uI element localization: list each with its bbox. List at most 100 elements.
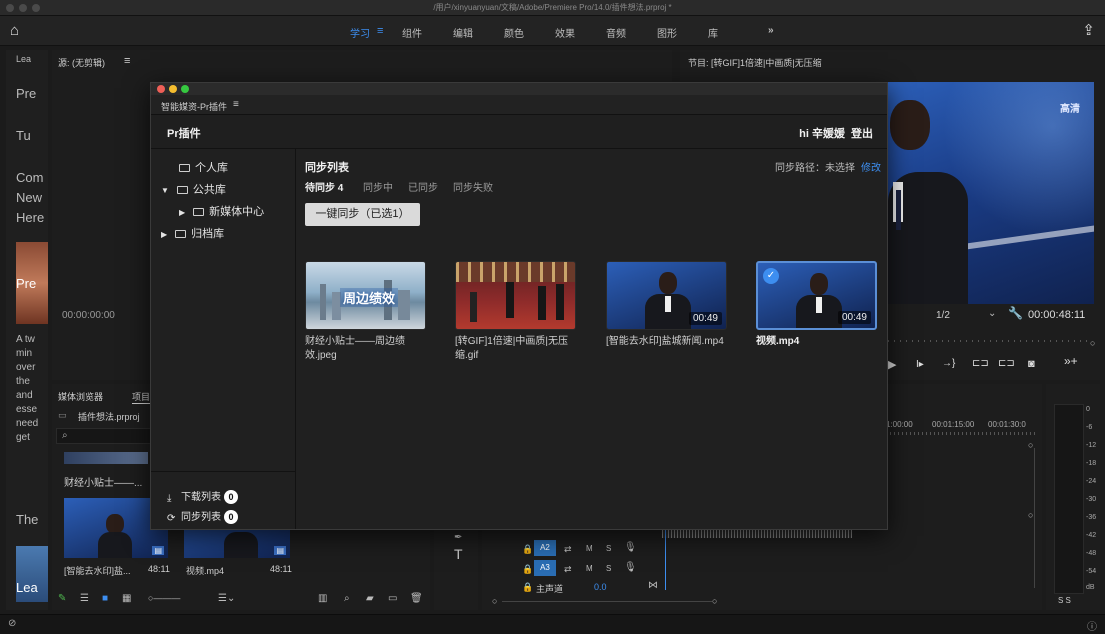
master-volume-value[interactable]: 0.0	[594, 582, 607, 592]
new-bin-icon[interactable]: ▰	[366, 593, 374, 604]
tab-synced[interactable]: 已同步	[408, 179, 438, 194]
panel-menu-icon[interactable]: ≡	[233, 99, 239, 110]
logout-button[interactable]: 登出	[851, 125, 873, 141]
tab-failed[interactable]: 同步失败	[453, 179, 493, 194]
media-item-thumbnail[interactable]	[455, 261, 576, 330]
render-status-icon[interactable]: ⊘	[8, 618, 16, 629]
minimize-button[interactable]	[169, 85, 177, 93]
wrench-icon[interactable]: 🔧	[1008, 306, 1023, 320]
scroll-handle-icon[interactable]: ○	[1028, 510, 1033, 520]
workspace-graphics[interactable]: 图形	[657, 25, 677, 40]
solo-button[interactable]: S	[606, 544, 611, 553]
microphone-icon[interactable]: 🎙	[624, 562, 637, 573]
workspace-learn[interactable]: 学习	[350, 25, 370, 40]
tree-item-public[interactable]: ▼ 公共库	[161, 181, 226, 197]
project-clip-name[interactable]: 视频.mp4	[186, 564, 224, 577]
lock-icon[interactable]: 🔒	[522, 582, 533, 593]
tab-pending[interactable]: 待同步 4	[305, 179, 343, 194]
home-icon[interactable]: ⌂	[10, 22, 19, 39]
playhead-handle-icon[interactable]: ○	[1090, 338, 1095, 348]
vertical-scrollbar[interactable]	[1034, 448, 1035, 588]
pencil-icon[interactable]: ✎	[58, 593, 66, 604]
workspace-effects[interactable]: 效果	[555, 25, 575, 40]
scroll-handle-icon[interactable]: ○	[492, 596, 497, 606]
plugin-tab-title[interactable]: 智能媒资-Pr插件	[161, 100, 227, 113]
caret-right-icon[interactable]: ▶	[179, 208, 185, 217]
mute-button[interactable]: M	[586, 544, 593, 553]
go-to-out-icon[interactable]: →}	[942, 358, 955, 369]
sync-all-button[interactable]: 一键同步（已选1）	[305, 203, 420, 226]
caret-down-icon[interactable]: ▼	[161, 186, 169, 195]
tab-syncing[interactable]: 同步中	[363, 179, 393, 194]
media-item-thumbnail-selected[interactable]: ✓ 00:49	[756, 261, 877, 330]
program-timecode[interactable]: 00:00:48:11	[1028, 309, 1085, 321]
tab-project[interactable]: 项目	[132, 390, 151, 404]
workspace-libraries[interactable]: 库	[708, 25, 718, 40]
mute-button[interactable]: M	[586, 564, 593, 573]
type-tool-icon[interactable]: T	[454, 546, 463, 562]
automate-icon[interactable]: ▥	[318, 593, 327, 604]
freeform-view-icon[interactable]: ▦	[122, 593, 131, 604]
tree-item-newmedia[interactable]: ▶ 新媒体中心	[179, 203, 264, 219]
panel-menu-icon[interactable]: ≡	[124, 55, 130, 67]
learn-tab[interactable]: Lea	[16, 54, 31, 64]
horizontal-scrollbar[interactable]	[502, 601, 712, 602]
project-item-name[interactable]: 财经小贴士——...	[64, 474, 142, 489]
source-timecode[interactable]: 00:00:00:00	[62, 310, 115, 321]
workspace-bar: ⌂ 学习 ≡ 组件 编辑 颜色 效果 音频 图形 库 » ⇪	[0, 16, 1105, 46]
lock-icon[interactable]: 🔒	[522, 564, 533, 575]
workspace-color[interactable]: 颜色	[504, 25, 524, 40]
list-view-icon[interactable]: ☰	[80, 593, 89, 604]
checkmark-icon[interactable]: ✓	[763, 268, 779, 284]
media-item-thumbnail[interactable]: 00:49	[606, 261, 727, 330]
track-label[interactable]: A2	[534, 540, 556, 556]
zoom-select[interactable]: 1/2	[936, 310, 950, 321]
lift-icon[interactable]: ⊏⊐	[972, 358, 989, 369]
project-toolbar: ✎ ☰ ■ ▦ ○——— ☰⌄ ▥ ⌕ ▰ ▭ 🗑	[52, 590, 430, 610]
caret-right-icon[interactable]: ▶	[161, 230, 167, 239]
sync-path-edit-link[interactable]: 修改	[861, 159, 881, 174]
media-item-thumbnail[interactable]: 周边绩效	[305, 261, 426, 330]
sync-lock-icon[interactable]: ⇄	[564, 564, 572, 575]
tree-item-archive[interactable]: ▶ 归档库	[161, 225, 224, 241]
info-icon[interactable]: ⓘ	[1087, 618, 1097, 633]
program-panel-title[interactable]: 节目: [转GIF]1倍速|中画质|无压缩	[688, 56, 822, 69]
step-forward-icon[interactable]: I▸	[916, 359, 924, 370]
project-clip-name[interactable]: [智能去水印]盐...	[64, 564, 131, 577]
zoom-button[interactable]	[181, 85, 189, 93]
workspace-editing[interactable]: 编辑	[453, 25, 473, 40]
workspace-assembly[interactable]: 组件	[402, 25, 422, 40]
pen-tool-icon[interactable]: ✒	[454, 532, 462, 543]
sync-list-link[interactable]: ⟳ 同步列表 0	[167, 508, 238, 524]
microphone-icon[interactable]: 🎙	[624, 542, 637, 553]
more-workspaces-button[interactable]: »	[768, 25, 774, 36]
sort-icon[interactable]: ☰⌄	[218, 593, 235, 604]
lock-icon[interactable]: 🔒	[522, 544, 533, 555]
new-item-icon[interactable]: ▭	[388, 593, 397, 604]
menu-icon[interactable]: ≡	[377, 25, 383, 37]
extract-icon[interactable]: ⊏⊐	[998, 358, 1015, 369]
download-list-link[interactable]: ⤓ 下载列表 0	[167, 488, 238, 504]
sync-lock-icon[interactable]: ⇄	[564, 544, 572, 555]
zoom-slider[interactable]: ○———	[148, 593, 180, 603]
workspace-audio[interactable]: 音频	[606, 25, 626, 40]
camera-icon[interactable]: ◙	[1028, 358, 1035, 370]
plugin-window: 智能媒资-Pr插件 ≡ Pr插件 hi 辛媛媛 登出 个人库 ▼ 公共库 ▶ 新媒体…	[150, 82, 888, 530]
scroll-handle-icon[interactable]: ○	[1028, 440, 1033, 450]
play-icon[interactable]: ▶	[888, 358, 896, 371]
tree-item-personal[interactable]: 个人库	[179, 159, 228, 175]
close-button[interactable]	[157, 85, 165, 93]
chevron-down-icon[interactable]: ⌄	[988, 308, 996, 319]
source-panel-title[interactable]: 源: (无剪辑)	[58, 56, 105, 69]
share-icon[interactable]: ⇪	[1082, 21, 1095, 39]
find-icon[interactable]: ⌕	[344, 593, 350, 604]
project-item-thumbnail[interactable]	[64, 452, 148, 464]
solo-button[interactable]: S	[606, 564, 611, 573]
scroll-handle-icon[interactable]: ○	[712, 596, 717, 606]
solo-channel-buttons[interactable]: S S	[1058, 596, 1071, 605]
add-button-icon[interactable]: »+	[1064, 354, 1078, 368]
track-label[interactable]: A3	[534, 560, 556, 576]
trash-icon[interactable]: 🗑	[410, 593, 423, 604]
tab-media-browser[interactable]: 媒体浏览器	[58, 390, 103, 403]
icon-view-icon[interactable]: ■	[102, 593, 108, 604]
